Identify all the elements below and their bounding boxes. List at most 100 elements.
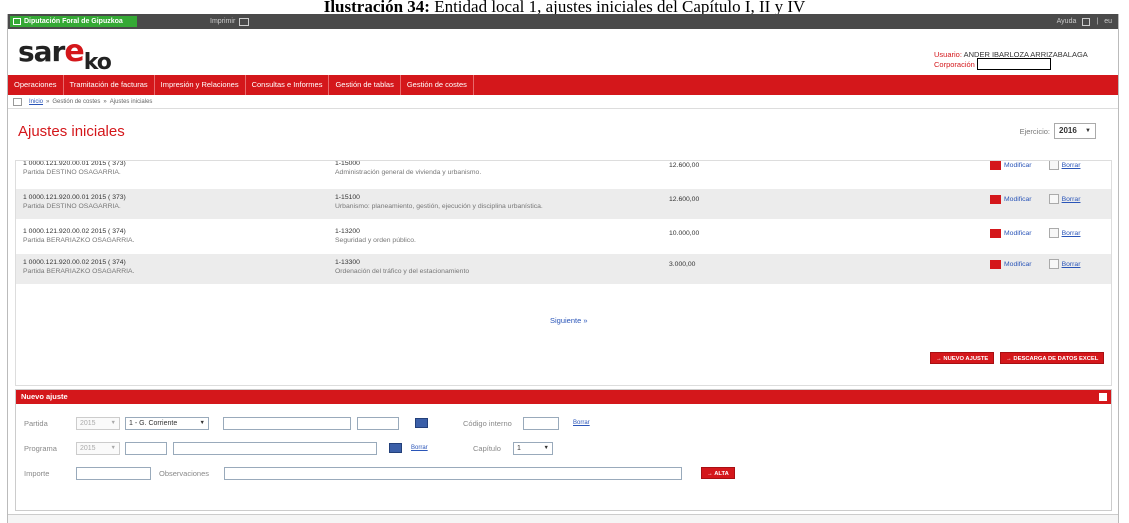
delete-link[interactable]: Borrar [1062,161,1081,170]
horizontal-scrollbar[interactable] [8,514,1118,523]
observaciones-input[interactable] [224,467,682,480]
edit-icon[interactable] [990,228,1001,238]
codigo-input[interactable] [523,417,559,430]
partida-field-2[interactable] [357,417,399,430]
user-label: Usuario: [934,50,962,59]
programa-code: 1-15000 [335,160,360,167]
org-badge[interactable]: Diputación Foral de Gipuzkoa [10,16,137,27]
programa-desc: Seguridad y orden público. [335,237,416,244]
calendar-icon[interactable] [415,418,428,428]
table-row: 1 0000.121.920.00.02 2015 ( 374) Partida … [16,254,1111,284]
partida-code: 1 0000.121.920.00.01 2015 ( 373) [23,194,126,201]
programa-desc: Administración general de vivienda y urb… [335,169,482,176]
logo-text-ko: ko [83,50,112,75]
org-logo-icon [13,18,21,25]
programa-cell: 1-15000 Administración general de viviend… [335,160,482,177]
programa-code: 1-13200 [335,228,360,235]
modify-link[interactable]: Modificar [1004,195,1032,204]
corporation-label: Corporación [934,59,975,69]
capitulo-select[interactable]: 1 [513,442,553,455]
top-bar: Diputación Foral de Gipuzkoa Imprimir Ay… [8,14,1118,29]
partida-type-select[interactable]: 1 - G. Corriente [125,417,209,430]
modify-link[interactable]: Modificar [1004,161,1032,170]
panel-title: Nuevo ajuste [21,392,68,401]
logo-text-e: e [64,34,84,69]
importe-cell: 12.600,00 [669,196,700,203]
delete-icon[interactable] [1048,259,1059,269]
nav-item-operaciones[interactable]: Operaciones [8,75,64,95]
delete-icon[interactable] [1048,161,1059,170]
delete-icon[interactable] [1048,228,1059,238]
modify-link[interactable]: Modificar [1004,260,1032,269]
clear-programa-link[interactable]: Borrar [411,445,428,451]
partida-year-select[interactable]: 2015 [76,417,120,430]
new-adjust-panel: Nuevo ajuste Partida 2015 1 - G. Corrien… [15,389,1112,511]
nav-item-impresion[interactable]: Impresión y Relaciones [155,75,246,95]
programa-cell: 1-13300 Ordenación del tráfico y del esta… [335,258,469,276]
importe-label: Importe [24,469,50,478]
sareko-logo[interactable]: sareko [18,34,112,75]
nav-item-facturas[interactable]: Tramitación de facturas [64,75,155,95]
programa-desc: Urbanismo: planeamiento, gestión, ejecuc… [335,203,543,210]
programa-label: Programa [24,444,57,453]
ejercicio-selector: Ejercicio: 2016 [1020,123,1096,139]
partida-field-1[interactable] [223,417,351,430]
close-icon[interactable] [1099,393,1107,401]
table-row: 1 0000.121.920.00.01 2015 ( 373) Partida … [16,189,1111,219]
delete-link[interactable]: Borrar [1062,229,1081,238]
programa-desc: Ordenación del tráfico y del estacionami… [335,268,470,275]
modify-link[interactable]: Modificar [1004,229,1032,238]
panel-header: Nuevo ajuste [16,390,1111,404]
table-row: 1 0000.121.920.00.01 2015 ( 373) Partida … [16,160,1111,185]
breadcrumb-costes[interactable]: Gestión de costes [52,99,100,105]
app-window: Diputación Foral de Gipuzkoa Imprimir Ay… [7,14,1119,523]
print-link[interactable]: Imprimir [210,16,250,27]
breadcrumb-separator: » [46,98,50,105]
importe-input[interactable] [76,467,151,480]
codigo-label: Código interno [463,419,512,428]
partida-name: Partida BERARIAZKO OSAGARRIA. [23,268,135,275]
corporation-field[interactable] [976,58,1051,70]
partida-code: 1 0000.121.920.00.02 2015 ( 374) [23,228,126,235]
programa-year-select[interactable]: 2015 [76,442,120,455]
programa-code: 1-13300 [335,259,360,266]
printer-icon [239,17,250,26]
nav-item-costes[interactable]: Gestión de costes [401,75,474,95]
nav-item-tablas[interactable]: Gestión de tablas [329,75,401,95]
language-link[interactable]: eu [1104,16,1112,27]
user-info: Usuario: ANDER IBARLOZA ARRIZABALAGA Cor… [934,50,1114,71]
next-page-link[interactable]: Siguiente » [550,316,588,325]
clear-partida-link[interactable]: Borrar [573,420,590,426]
programa-cell: 1-15100 Urbanismo: planeamiento, gestión,… [335,193,543,211]
partida-name: Partida DESTINO OSAGARRIA. [23,169,121,176]
partida-label: Partida [24,419,48,428]
edit-icon[interactable] [990,259,1001,269]
programa-cell: 1-13200 Seguridad y orden público. [335,227,416,245]
edit-icon[interactable] [990,194,1001,204]
page-title: Ajustes iniciales [18,123,125,140]
new-adjust-button[interactable]: → NUEVO AJUSTE [930,352,995,364]
home-icon[interactable] [13,97,22,106]
download-excel-button[interactable]: → DESCARGA DE DATOS EXCEL [1000,352,1105,364]
nav-item-consultas[interactable]: Consultas e Informes [246,75,330,95]
help-link[interactable]: Ayuda [1057,16,1077,27]
ejercicio-select[interactable]: 2016 [1054,123,1096,139]
partida-name: Partida DESTINO OSAGARRIA. [23,203,121,210]
main-nav: Operaciones Tramitación de facturas Impr… [8,75,1118,95]
help-icon[interactable] [1082,17,1091,26]
programa-desc-input[interactable] [173,442,377,455]
logo-text-sar: sar [18,35,65,68]
delete-icon[interactable] [1048,194,1059,204]
org-name: Diputación Foral de Gipuzkoa [24,18,123,25]
alta-button[interactable]: → ALTA [701,467,735,479]
partida-cell: 1 0000.121.920.00.01 2015 ( 373) Partida … [23,160,126,177]
partida-code: 1 0000.121.920.00.01 2015 ( 373) [23,160,126,167]
calendar-icon[interactable] [389,443,402,453]
delete-link[interactable]: Borrar [1062,260,1081,269]
breadcrumb-current: Ajustes iniciales [109,98,153,105]
programa-code-input[interactable] [125,442,167,455]
breadcrumb-separator: » [103,98,107,105]
edit-icon[interactable] [990,161,1001,170]
breadcrumb-home[interactable]: Inicio [29,99,43,105]
delete-link[interactable]: Borrar [1062,195,1081,204]
